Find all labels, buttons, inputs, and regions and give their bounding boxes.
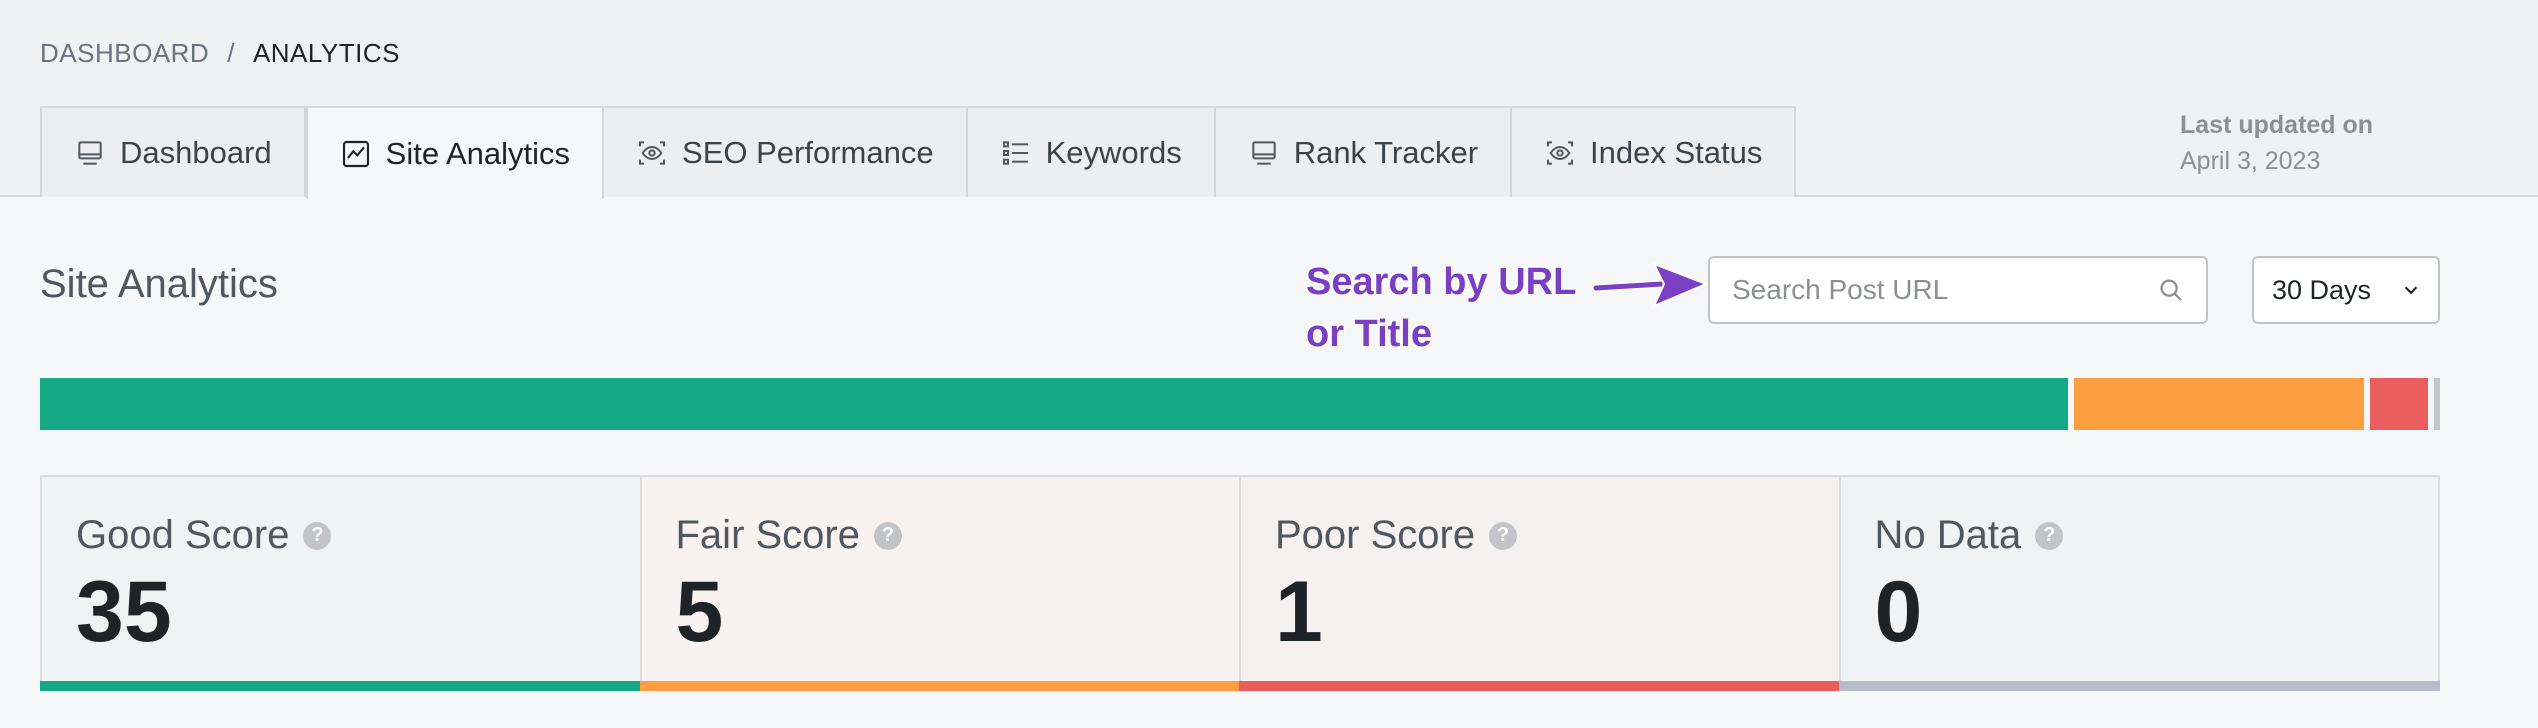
score-distribution-bar [40, 378, 2440, 430]
card-accent-bar [639, 681, 1241, 691]
tab-rank-tracker[interactable]: Rank Tracker [1216, 108, 1513, 197]
card-label: Poor Score [1275, 513, 1476, 557]
top-header: DASHBOARD / ANALYTICS Dashboard Site Ana… [0, 0, 2538, 199]
card-accent-bar [1838, 681, 2440, 691]
breadcrumb-current: ANALYTICS [252, 38, 400, 68]
date-range-select[interactable]: 30 Days [2252, 256, 2440, 324]
card-label: Fair Score [675, 513, 861, 557]
annotation-arrow-icon [1592, 262, 1708, 308]
list-icon [1000, 137, 1032, 169]
tab-label: Keywords [1045, 134, 1182, 170]
tab-label: Rank Tracker [1293, 134, 1479, 170]
score-bar-good-segment [40, 378, 2068, 430]
chevron-down-icon [2400, 279, 2422, 301]
fair-score-card: Fair Score ? 5 [639, 477, 1241, 691]
last-updated-label: Last updated on [2180, 111, 2374, 139]
annotation-callout: Search by URL or Title [1306, 261, 1577, 355]
tab-label: SEO Performance [682, 134, 934, 170]
tab-label: Dashboard [120, 134, 272, 170]
tab-label: Site Analytics [385, 135, 571, 171]
tab-site-analytics[interactable]: Site Analytics [305, 108, 605, 199]
help-icon[interactable]: ? [874, 521, 902, 550]
last-updated: Last updated on April 3, 2023 [2180, 107, 2440, 179]
nav-tabs: Dashboard Site Analytics SEO Performance… [40, 106, 1797, 199]
tab-index-status[interactable]: Index Status [1512, 108, 1794, 197]
breadcrumb-dashboard-link[interactable]: DASHBOARD [40, 38, 209, 69]
score-cards: Good Score ? 35 Fair Score ? 5 Poor Scor… [40, 475, 2440, 691]
card-value: 5 [675, 564, 724, 660]
search-input[interactable] [1730, 273, 2156, 307]
card-accent-bar [1239, 681, 1841, 691]
card-value: 0 [1874, 564, 1923, 660]
help-icon[interactable]: ? [303, 521, 332, 550]
score-bar-poor-segment [2370, 378, 2428, 430]
score-bar-no-data-segment [2434, 378, 2440, 430]
eye-icon [636, 137, 668, 169]
page-title: Site Analytics [40, 262, 278, 306]
card-label: No Data [1874, 513, 2022, 557]
search-field[interactable] [1708, 256, 2208, 324]
tab-label: Index Status [1590, 134, 1763, 170]
help-icon[interactable]: ? [2035, 521, 2064, 550]
breadcrumb-separator: / [227, 38, 235, 68]
tab-seo-performance[interactable]: SEO Performance [604, 108, 968, 197]
tab-dashboard[interactable]: Dashboard [42, 108, 306, 197]
card-accent-bar [40, 681, 642, 691]
score-bar-fair-segment [2074, 378, 2364, 430]
breadcrumb: DASHBOARD / ANALYTICS [40, 38, 400, 69]
monitor-icon [74, 137, 106, 169]
poor-score-card: Poor Score ? 1 [1239, 477, 1841, 691]
chart-icon [340, 138, 372, 170]
card-value: 35 [76, 564, 172, 660]
card-value: 1 [1275, 564, 1323, 660]
no-data-card: No Data ? 0 [1838, 477, 2440, 691]
last-updated-date: April 3, 2023 [2180, 147, 2321, 175]
eye-icon [1544, 137, 1576, 169]
card-label: Good Score [76, 513, 290, 557]
tab-keywords[interactable]: Keywords [968, 108, 1216, 197]
good-score-card: Good Score ? 35 [40, 477, 642, 691]
monitor-icon [1248, 137, 1280, 169]
search-icon[interactable] [2156, 275, 2186, 305]
help-icon[interactable]: ? [1489, 521, 1518, 550]
date-range-value: 30 Days [2272, 274, 2372, 305]
